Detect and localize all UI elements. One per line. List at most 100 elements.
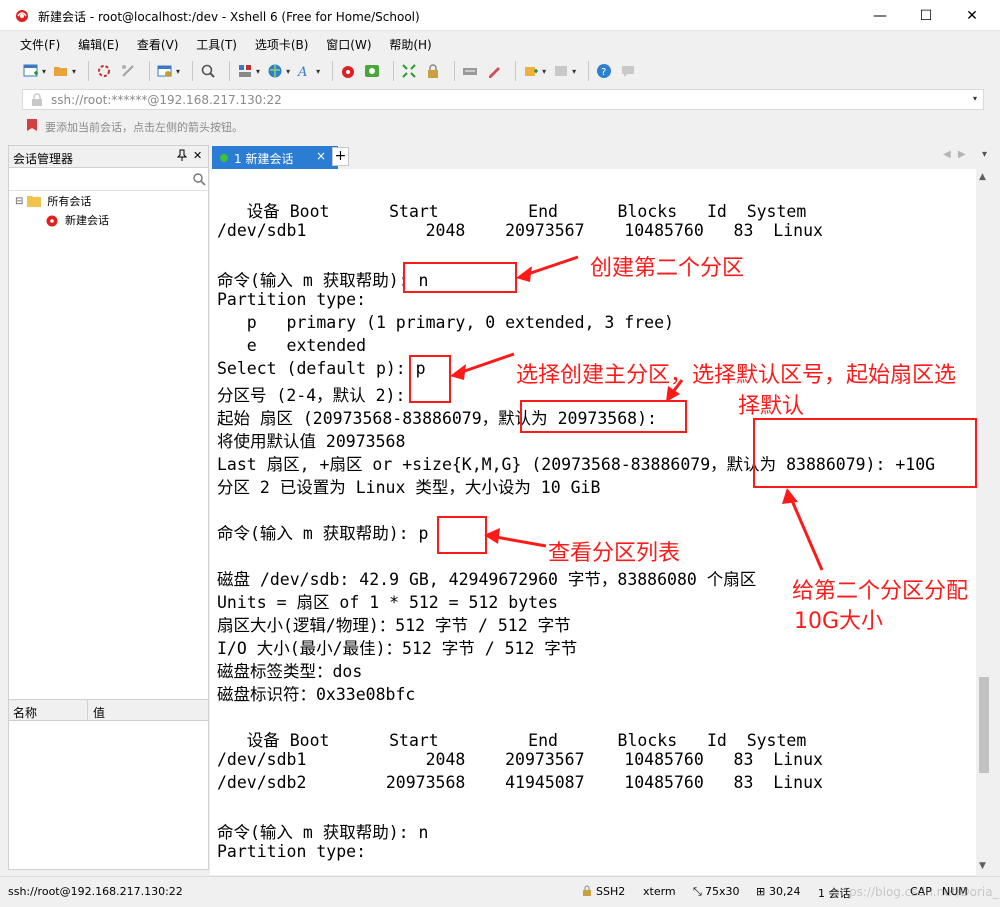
column-value[interactable]: 值 [93, 704, 105, 721]
chevron-down-icon[interactable]: ▾ [42, 67, 46, 76]
font-icon[interactable]: A [296, 62, 314, 80]
menu-tools[interactable]: 工具(T) [190, 34, 243, 55]
menu-view[interactable]: 查看(V) [131, 34, 185, 55]
terminal-line: 磁盘标识符：0x33e08bfc [217, 685, 416, 704]
menu-tabs[interactable]: 选项卡(B) [249, 34, 315, 55]
annotation-box-p [409, 355, 451, 403]
status-cursor: 30,24 [769, 885, 801, 898]
terminal-line: Units = 扇区 of 1 * 512 = 512 bytes [217, 593, 558, 612]
session-hint-bar: 要添加当前会话，点击左侧的箭头按钮。 [22, 116, 984, 136]
tile-icon[interactable] [552, 62, 570, 80]
status-connection: ssh://root@192.168.217.130:22 [8, 885, 183, 898]
tab-label: 1 新建会话 [234, 152, 294, 166]
cursor-icon: ⊞ [756, 885, 766, 898]
toolbar-separator [149, 61, 151, 81]
terminal-line: 将使用默认值 20973568 [217, 432, 406, 451]
session-properties-icon[interactable] [156, 62, 174, 80]
chevron-down-icon[interactable]: ▾ [973, 94, 977, 103]
tab-new-session[interactable]: 1 新建会话 × [212, 146, 338, 169]
address-input[interactable]: ssh://root:******@192.168.217.130:22 [51, 93, 282, 107]
add-tab-button[interactable]: + [332, 147, 349, 166]
annotation-select-line1: 选择创建主分区，选择默认区号，起始扇区选 [516, 363, 957, 388]
lock-icon [31, 93, 43, 110]
scrollbar-thumb[interactable] [979, 677, 989, 773]
compose-icon[interactable] [485, 62, 503, 80]
layout-icon[interactable] [236, 62, 254, 80]
xshell-icon[interactable] [339, 62, 357, 80]
new-session-icon[interactable] [22, 62, 40, 80]
address-bar[interactable]: ssh://root:******@192.168.217.130:22 ▾ [22, 89, 984, 110]
toolbar: ▾ ▾ ▾ ▾ ▾ A ▾ ▾ ▾ ? [22, 58, 1000, 84]
scroll-up-icon[interactable]: ▲ [979, 172, 986, 182]
terminal-line: Partition type: [217, 290, 367, 309]
help-icon[interactable]: ? [595, 62, 613, 80]
title-bar: 新建会话 - root@localhost:/dev - Xshell 6 (F… [0, 0, 1000, 31]
chevron-down-icon[interactable]: ▾ [542, 67, 546, 76]
terminal-line: 磁盘标签类型：dos [217, 662, 363, 681]
maximize-button[interactable]: ☐ [903, 0, 949, 31]
collapse-icon[interactable]: ⊟ [15, 196, 23, 207]
chevron-down-icon[interactable]: ▾ [256, 67, 260, 76]
new-tab-icon[interactable] [522, 62, 540, 80]
menu-window[interactable]: 窗口(W) [320, 34, 377, 55]
terminal-line: /dev/sdb1 2048 20973567 10485760 83 Linu… [217, 750, 823, 769]
lock-icon[interactable] [424, 62, 442, 80]
tree-item-label: 所有会话 [47, 195, 92, 208]
reconnect-icon[interactable] [95, 62, 113, 80]
connected-status-icon [220, 154, 228, 162]
close-panel-button[interactable]: ✕ [193, 149, 202, 162]
terminal-line: /dev/sdb1 2048 20973567 10485760 83 Linu… [217, 221, 823, 240]
tab-close-button[interactable]: × [316, 149, 326, 163]
column-divider[interactable] [87, 700, 88, 721]
disconnect-icon[interactable] [119, 62, 137, 80]
status-size: 75x30 [705, 885, 740, 898]
ssh-lock-icon [582, 885, 592, 900]
chevron-down-icon[interactable]: ▾ [72, 67, 76, 76]
annotation-allocate-line2: 10G大小 [794, 609, 884, 634]
globe-icon[interactable] [266, 62, 284, 80]
session-manager-title: 会话管理器 [13, 152, 74, 166]
tab-list-icon[interactable]: ▾ [982, 149, 987, 160]
find-icon[interactable] [199, 62, 217, 80]
search-icon[interactable] [192, 172, 206, 189]
tree-item-all-sessions[interactable]: ⊟ 所有会话 [15, 192, 91, 210]
window-title: 新建会话 - root@localhost:/dev - Xshell 6 (F… [38, 10, 420, 24]
chevron-down-icon[interactable]: ▾ [572, 67, 576, 76]
terminal-line: 命令(输入 m 获取帮助): n [217, 271, 429, 290]
chevron-down-icon[interactable]: ▾ [286, 67, 290, 76]
chat-icon[interactable] [619, 62, 637, 80]
xftp-icon[interactable] [363, 62, 381, 80]
tree-item-new-session[interactable]: 新建会话 [45, 211, 109, 229]
terminal-line: 设备 Boot Start End Blocks Id System [217, 731, 807, 750]
terminal-line: Select (default p): p [217, 359, 426, 378]
keyboard-icon[interactable] [461, 62, 479, 80]
scroll-down-icon[interactable]: ▼ [979, 861, 986, 871]
tab-scroll-right-icon[interactable]: ▶ [958, 149, 966, 160]
terminal-scrollbar[interactable]: ▲ ▼ [976, 169, 992, 875]
chevron-down-icon[interactable]: ▾ [176, 67, 180, 76]
column-name[interactable]: 名称 [13, 704, 37, 721]
window-edge [992, 169, 1000, 875]
terminal-line: 分区 2 已设置为 Linux 类型，大小设为 10 GiB [217, 478, 601, 497]
toolbar-separator [229, 61, 231, 81]
menu-edit[interactable]: 编辑(E) [72, 34, 125, 55]
chevron-down-icon[interactable]: ▾ [316, 67, 320, 76]
session-manager-header: 会话管理器 ✕ [9, 146, 208, 168]
terminal-line: I/O 大小(最小/最佳)：512 字节 / 512 字节 [217, 639, 578, 658]
annotation-create-second: 创建第二个分区 [590, 256, 745, 281]
toolbar-separator [588, 61, 590, 81]
annotation-view-list: 查看分区列表 [548, 541, 681, 566]
fullscreen-icon[interactable] [400, 62, 418, 80]
menu-help[interactable]: 帮助(H) [383, 34, 437, 55]
menu-file[interactable]: 文件(F) [14, 34, 66, 55]
open-folder-icon[interactable] [52, 62, 70, 80]
session-search-input[interactable] [9, 169, 208, 191]
pin-icon[interactable] [176, 149, 188, 164]
status-terminal-type: xterm [643, 885, 676, 898]
tab-scroll-left-icon[interactable]: ◀ [943, 149, 951, 160]
bookmark-arrow-icon[interactable] [25, 118, 39, 135]
minimize-button[interactable]: — [857, 0, 903, 31]
status-bar: ssh://root@192.168.217.130:22 SSH2 xterm… [0, 876, 1000, 907]
toolbar-separator [454, 61, 456, 81]
close-window-button[interactable]: ✕ [949, 0, 995, 31]
